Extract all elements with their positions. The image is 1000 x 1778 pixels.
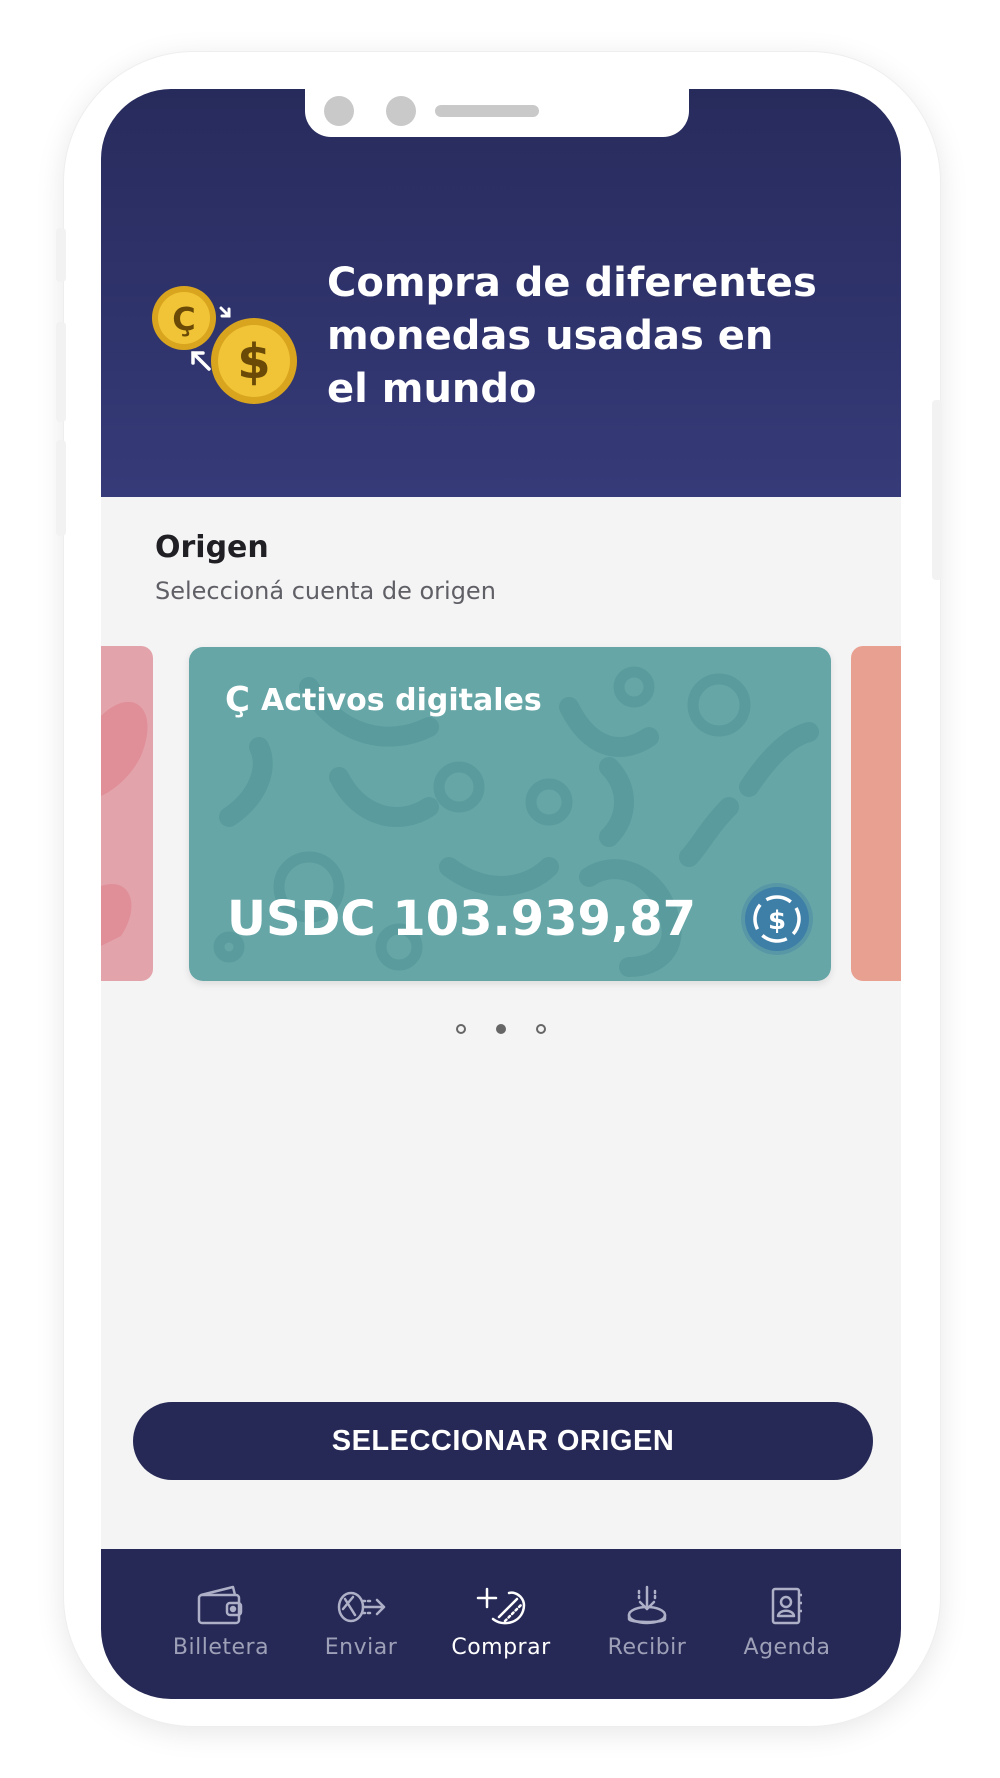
section-title: Origen [155, 530, 269, 565]
account-card-next[interactable] [851, 646, 901, 981]
phone-side-button [56, 440, 66, 536]
app-screen: Ç $ Compra de diferentes monedas usadas … [101, 89, 901, 1699]
camera-dot [324, 96, 354, 126]
nav-label: Agenda [743, 1635, 831, 1660]
phone-notch [305, 89, 689, 137]
bottom-navigation: Billetera Enviar Comprar Recibir Agenda [101, 1549, 901, 1699]
nav-item-agenda[interactable]: Agenda [717, 1583, 857, 1660]
account-card[interactable]: Ç Activos digitales USDC 103.939,87 $ [189, 647, 831, 981]
svg-text:$: $ [237, 334, 270, 390]
card-pattern [101, 701, 148, 946]
phone-side-button [56, 322, 66, 422]
carousel-dot[interactable] [536, 1024, 546, 1034]
select-origin-button[interactable]: SELECCIONAR ORIGEN [133, 1402, 873, 1480]
currency-exchange-icon: Ç $ [152, 286, 297, 404]
account-balance: USDC 103.939,87 [227, 891, 696, 947]
receive-icon [627, 1585, 667, 1625]
brand-logo-icon: Ç [225, 680, 250, 720]
carousel-pagination [101, 1024, 901, 1034]
account-card-previous[interactable] [101, 646, 153, 981]
nav-item-billetera[interactable]: Billetera [151, 1583, 291, 1660]
phone-side-button [56, 228, 66, 282]
nav-item-recibir[interactable]: Recibir [577, 1583, 717, 1660]
wallet-icon [197, 1585, 243, 1625]
nav-item-enviar[interactable]: Enviar [291, 1583, 431, 1660]
send-icon [337, 1591, 386, 1623]
camera-dot [386, 96, 416, 126]
svg-text:Ç: Ç [172, 300, 195, 338]
buy-icon [476, 1587, 526, 1625]
nav-label: Recibir [607, 1635, 687, 1660]
contacts-icon [771, 1587, 802, 1625]
speaker-bar [435, 105, 539, 117]
phone-side-button [932, 400, 942, 580]
carousel-dot-active[interactable] [496, 1024, 506, 1034]
account-name: Activos digitales [261, 683, 542, 718]
nav-label: Billetera [172, 1635, 270, 1660]
section-subtitle: Seleccioná cuenta de origen [155, 577, 496, 605]
usdc-icon: $ [745, 887, 809, 951]
nav-label: Enviar [324, 1635, 398, 1660]
nav-label: Comprar [451, 1635, 551, 1660]
header-banner: Ç $ Compra de diferentes monedas usadas … [101, 89, 901, 497]
page-title: Compra de diferentes monedas usadas en e… [327, 260, 817, 412]
carousel-dot[interactable] [456, 1024, 466, 1034]
nav-item-comprar[interactable]: Comprar [431, 1583, 571, 1660]
svg-text:$: $ [768, 906, 786, 936]
